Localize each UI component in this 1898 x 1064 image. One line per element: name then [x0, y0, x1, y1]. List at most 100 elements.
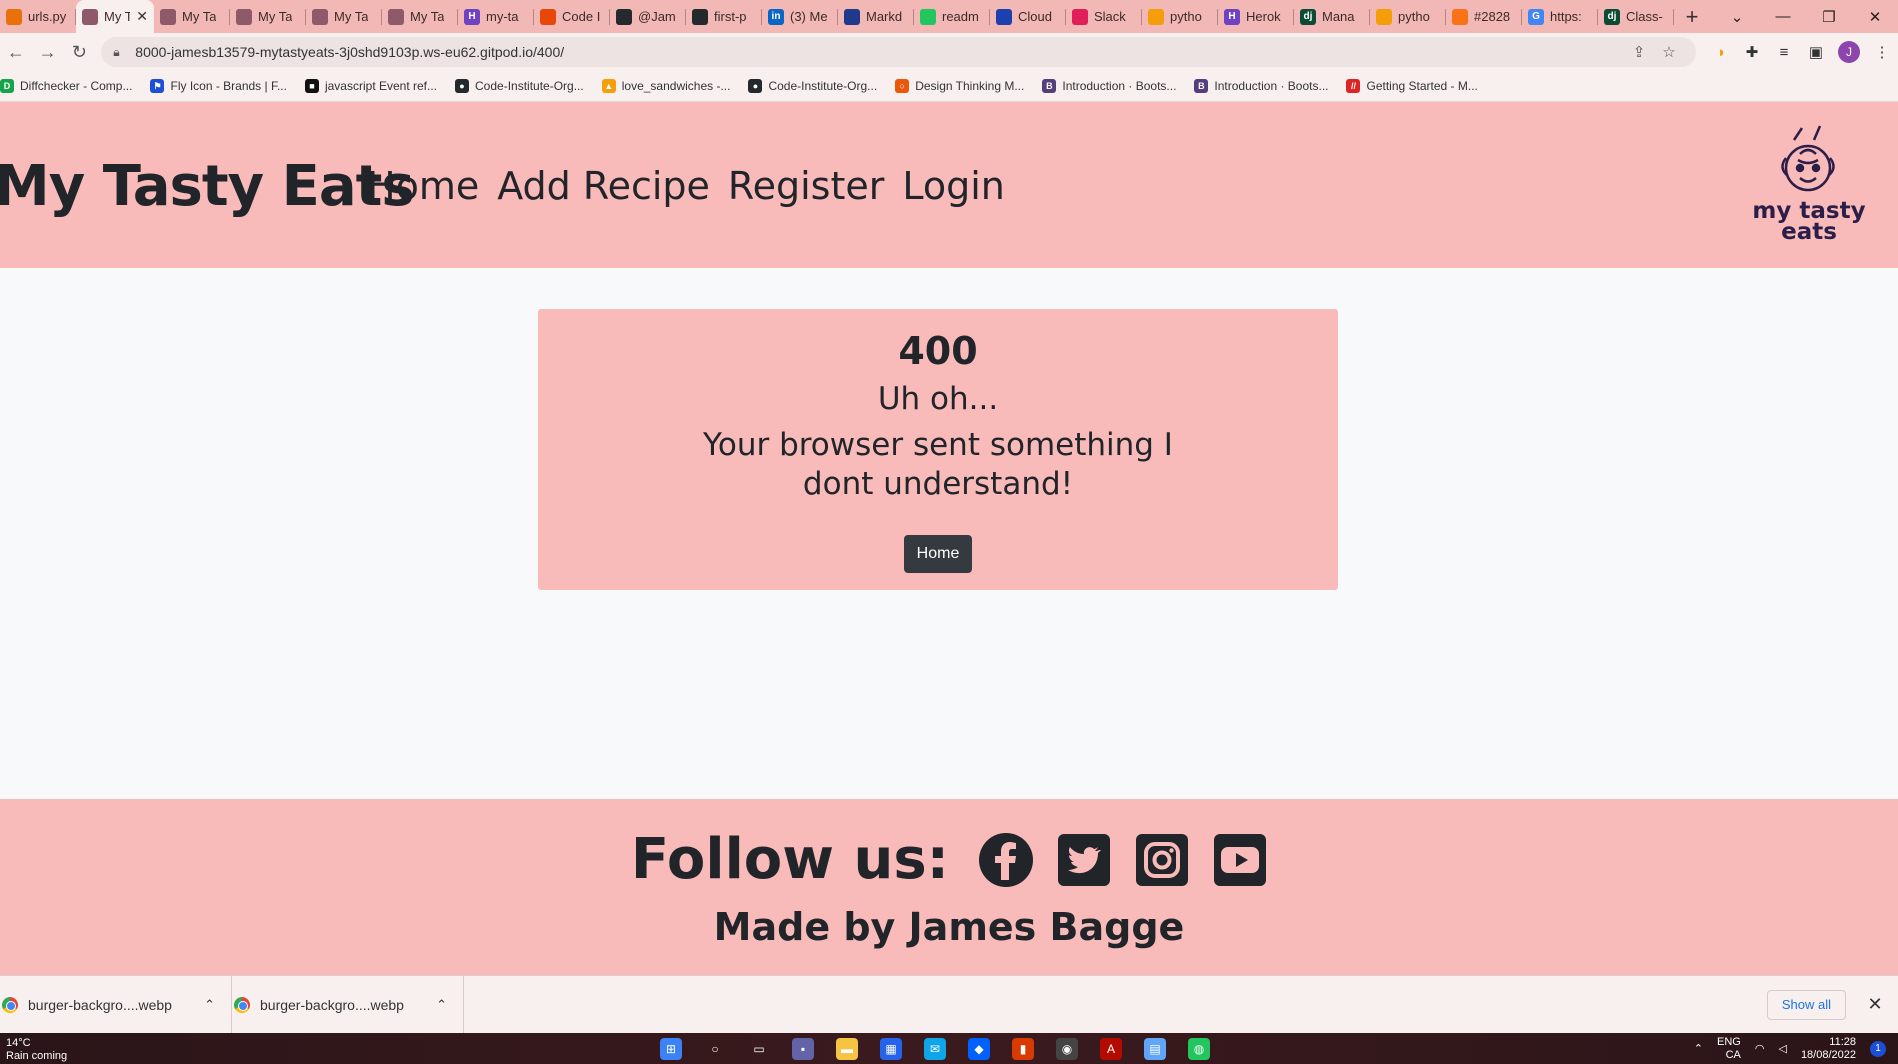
- nav-home[interactable]: Home: [367, 164, 479, 208]
- tab-favicon-icon: [996, 8, 1012, 25]
- chrome-taskbar-icon[interactable]: ◉: [1056, 1038, 1078, 1060]
- profile-avatar[interactable]: J: [1837, 41, 1860, 63]
- browser-tab[interactable]: My Tasty Eats ✕: [76, 0, 154, 33]
- bookmark-item[interactable]: B Introduction · Boots...: [1194, 79, 1328, 93]
- browser-tab[interactable]: Slack: [1066, 0, 1142, 33]
- browser-icon[interactable]: ◍: [1188, 1038, 1210, 1060]
- close-icon[interactable]: ✕: [1860, 994, 1890, 1015]
- twitter-icon[interactable]: [1057, 833, 1111, 887]
- browser-tab[interactable]: Code I: [534, 0, 610, 33]
- youtube-icon[interactable]: [1213, 833, 1267, 887]
- media-icon[interactable]: ≡: [1768, 44, 1800, 61]
- bookmark-item[interactable]: ⚑ Fly Icon - Brands | F...: [150, 79, 287, 93]
- extension-icon[interactable]: ◑: [1704, 44, 1736, 61]
- bookmark-label: Code-Institute-Org...: [475, 79, 584, 93]
- nav-register[interactable]: Register: [728, 164, 884, 208]
- acrobat-icon[interactable]: A: [1100, 1038, 1122, 1060]
- site-logo[interactable]: my tasty eats: [1750, 124, 1868, 246]
- store-icon[interactable]: ▦: [880, 1038, 902, 1060]
- bookmark-item[interactable]: D Diffchecker - Comp...: [0, 79, 132, 93]
- notepad-icon[interactable]: ▤: [1144, 1038, 1166, 1060]
- new-tab-button[interactable]: +: [1674, 4, 1710, 30]
- tab-search-icon[interactable]: ⌄: [1714, 0, 1760, 33]
- chevron-up-icon[interactable]: ⌃: [436, 997, 447, 1013]
- file-explorer-icon[interactable]: ▬: [836, 1038, 858, 1060]
- clock[interactable]: 11:28 18/08/2022: [1801, 1036, 1856, 1062]
- home-button[interactable]: Home: [904, 535, 972, 573]
- browser-tab[interactable]: pytho: [1142, 0, 1218, 33]
- close-tab-icon[interactable]: ✕: [136, 8, 148, 25]
- brand-title[interactable]: My Tasty Eats: [0, 154, 415, 219]
- puzzle-icon[interactable]: ✚: [1736, 43, 1768, 61]
- browser-tab[interactable]: My Ta: [154, 0, 230, 33]
- browser-tab[interactable]: #2828: [1446, 0, 1522, 33]
- browser-tab[interactable]: Hmy-ta: [458, 0, 534, 33]
- bookmark-item[interactable]: // Getting Started - M...: [1346, 79, 1478, 93]
- facebook-icon[interactable]: [979, 832, 1034, 887]
- dropbox-icon[interactable]: ◆: [968, 1038, 990, 1060]
- tab-title: readm: [942, 9, 979, 24]
- browser-tab[interactable]: first-p: [686, 0, 762, 33]
- browser-tab[interactable]: Ghttps:: [1522, 0, 1598, 33]
- browser-tab[interactable]: Markd: [838, 0, 914, 33]
- volume-icon[interactable]: ◁: [1778, 1042, 1786, 1055]
- browser-tab[interactable]: My Ta: [230, 0, 306, 33]
- tab-favicon-icon: H: [1224, 8, 1240, 25]
- bookmark-item[interactable]: ▲ love_sandwiches -...: [601, 79, 730, 93]
- nav-add-recipe[interactable]: Add Recipe: [497, 164, 710, 208]
- bookmark-item[interactable]: ○ Design Thinking M...: [895, 79, 1024, 93]
- bookmark-item[interactable]: ● Code-Institute-Org...: [455, 79, 584, 93]
- os-taskbar: 14°C Rain coming ⊞ ○ ▭ ▪ ▬ ▦ ✉ ◆ ▮ ◉ A ▤…: [0, 1033, 1898, 1064]
- browser-tab[interactable]: My Ta: [382, 0, 458, 33]
- browser-tab[interactable]: My Ta: [306, 0, 382, 33]
- bookmark-star-icon[interactable]: ☆: [1654, 43, 1684, 61]
- teams-icon[interactable]: ▪: [792, 1038, 814, 1060]
- download-item[interactable]: burger-backgro....webp ⌃: [0, 975, 232, 1034]
- restore-button[interactable]: ❐: [1806, 0, 1852, 33]
- back-icon[interactable]: ←: [0, 42, 32, 63]
- menu-icon[interactable]: ⋮: [1866, 43, 1898, 61]
- share-icon[interactable]: ⇪: [1624, 43, 1654, 61]
- tab-title: urls.py: [28, 9, 67, 24]
- browser-tab[interactable]: pytho: [1370, 0, 1446, 33]
- browser-tab[interactable]: H Herok: [1218, 0, 1294, 33]
- instagram-icon[interactable]: [1135, 833, 1189, 887]
- side-panel-icon[interactable]: ▣: [1800, 43, 1832, 61]
- show-all-button[interactable]: Show all: [1766, 989, 1846, 1020]
- bookmark-item[interactable]: ■ javascript Event ref...: [304, 79, 437, 93]
- address-bar[interactable]: 🔒︎ 8000-jamesb13579-mytastyeats-3j0shd91…: [101, 37, 1696, 67]
- reload-icon[interactable]: ↻: [64, 42, 96, 63]
- tab-favicon-icon: [1452, 8, 1468, 25]
- search-icon[interactable]: ○: [704, 1038, 726, 1060]
- bookmark-item[interactable]: B Introduction · Boots...: [1042, 79, 1176, 93]
- weather-widget[interactable]: 14°C Rain coming: [6, 1037, 67, 1063]
- notification-badge[interactable]: 1: [1870, 1040, 1886, 1057]
- nav-login[interactable]: Login: [902, 164, 1005, 208]
- bookmark-item[interactable]: ● Code-Institute-Org...: [748, 79, 877, 93]
- url-text[interactable]: 8000-jamesb13579-mytastyeats-3j0shd9103p…: [135, 44, 1624, 60]
- tab-favicon-icon: [1148, 8, 1164, 25]
- forward-icon[interactable]: →: [32, 42, 64, 63]
- close-window-button[interactable]: ✕: [1852, 0, 1898, 33]
- download-item[interactable]: burger-backgro....webp ⌃: [232, 975, 464, 1034]
- start-icon[interactable]: ⊞: [660, 1038, 682, 1060]
- tab-title: My Tasty Eats: [104, 9, 131, 24]
- browser-tab[interactable]: in (3) Me: [762, 0, 838, 33]
- tray-chevron-icon[interactable]: ⌃: [1694, 1042, 1703, 1055]
- minimize-button[interactable]: —: [1760, 0, 1806, 33]
- wifi-icon[interactable]: ◠: [1755, 1042, 1765, 1055]
- browser-tab[interactable]: urls.py: [0, 0, 76, 33]
- browser-tab[interactable]: @Jam: [610, 0, 686, 33]
- mail-icon[interactable]: ✉: [924, 1038, 946, 1060]
- task-view-icon[interactable]: ▭: [748, 1038, 770, 1060]
- language-indicator[interactable]: ENG CA: [1717, 1036, 1741, 1062]
- browser-tab[interactable]: readm: [914, 0, 990, 33]
- tab-title: my-ta: [486, 9, 519, 24]
- browser-tab[interactable]: dj Class-: [1598, 0, 1674, 33]
- tab-title: (3) Me: [790, 9, 828, 24]
- browser-tab[interactable]: dj Mana: [1294, 0, 1370, 33]
- follow-heading: Follow us:: [630, 827, 950, 892]
- browser-tab[interactable]: Cloud: [990, 0, 1066, 33]
- chevron-up-icon[interactable]: ⌃: [204, 997, 215, 1013]
- office-icon[interactable]: ▮: [1012, 1038, 1034, 1060]
